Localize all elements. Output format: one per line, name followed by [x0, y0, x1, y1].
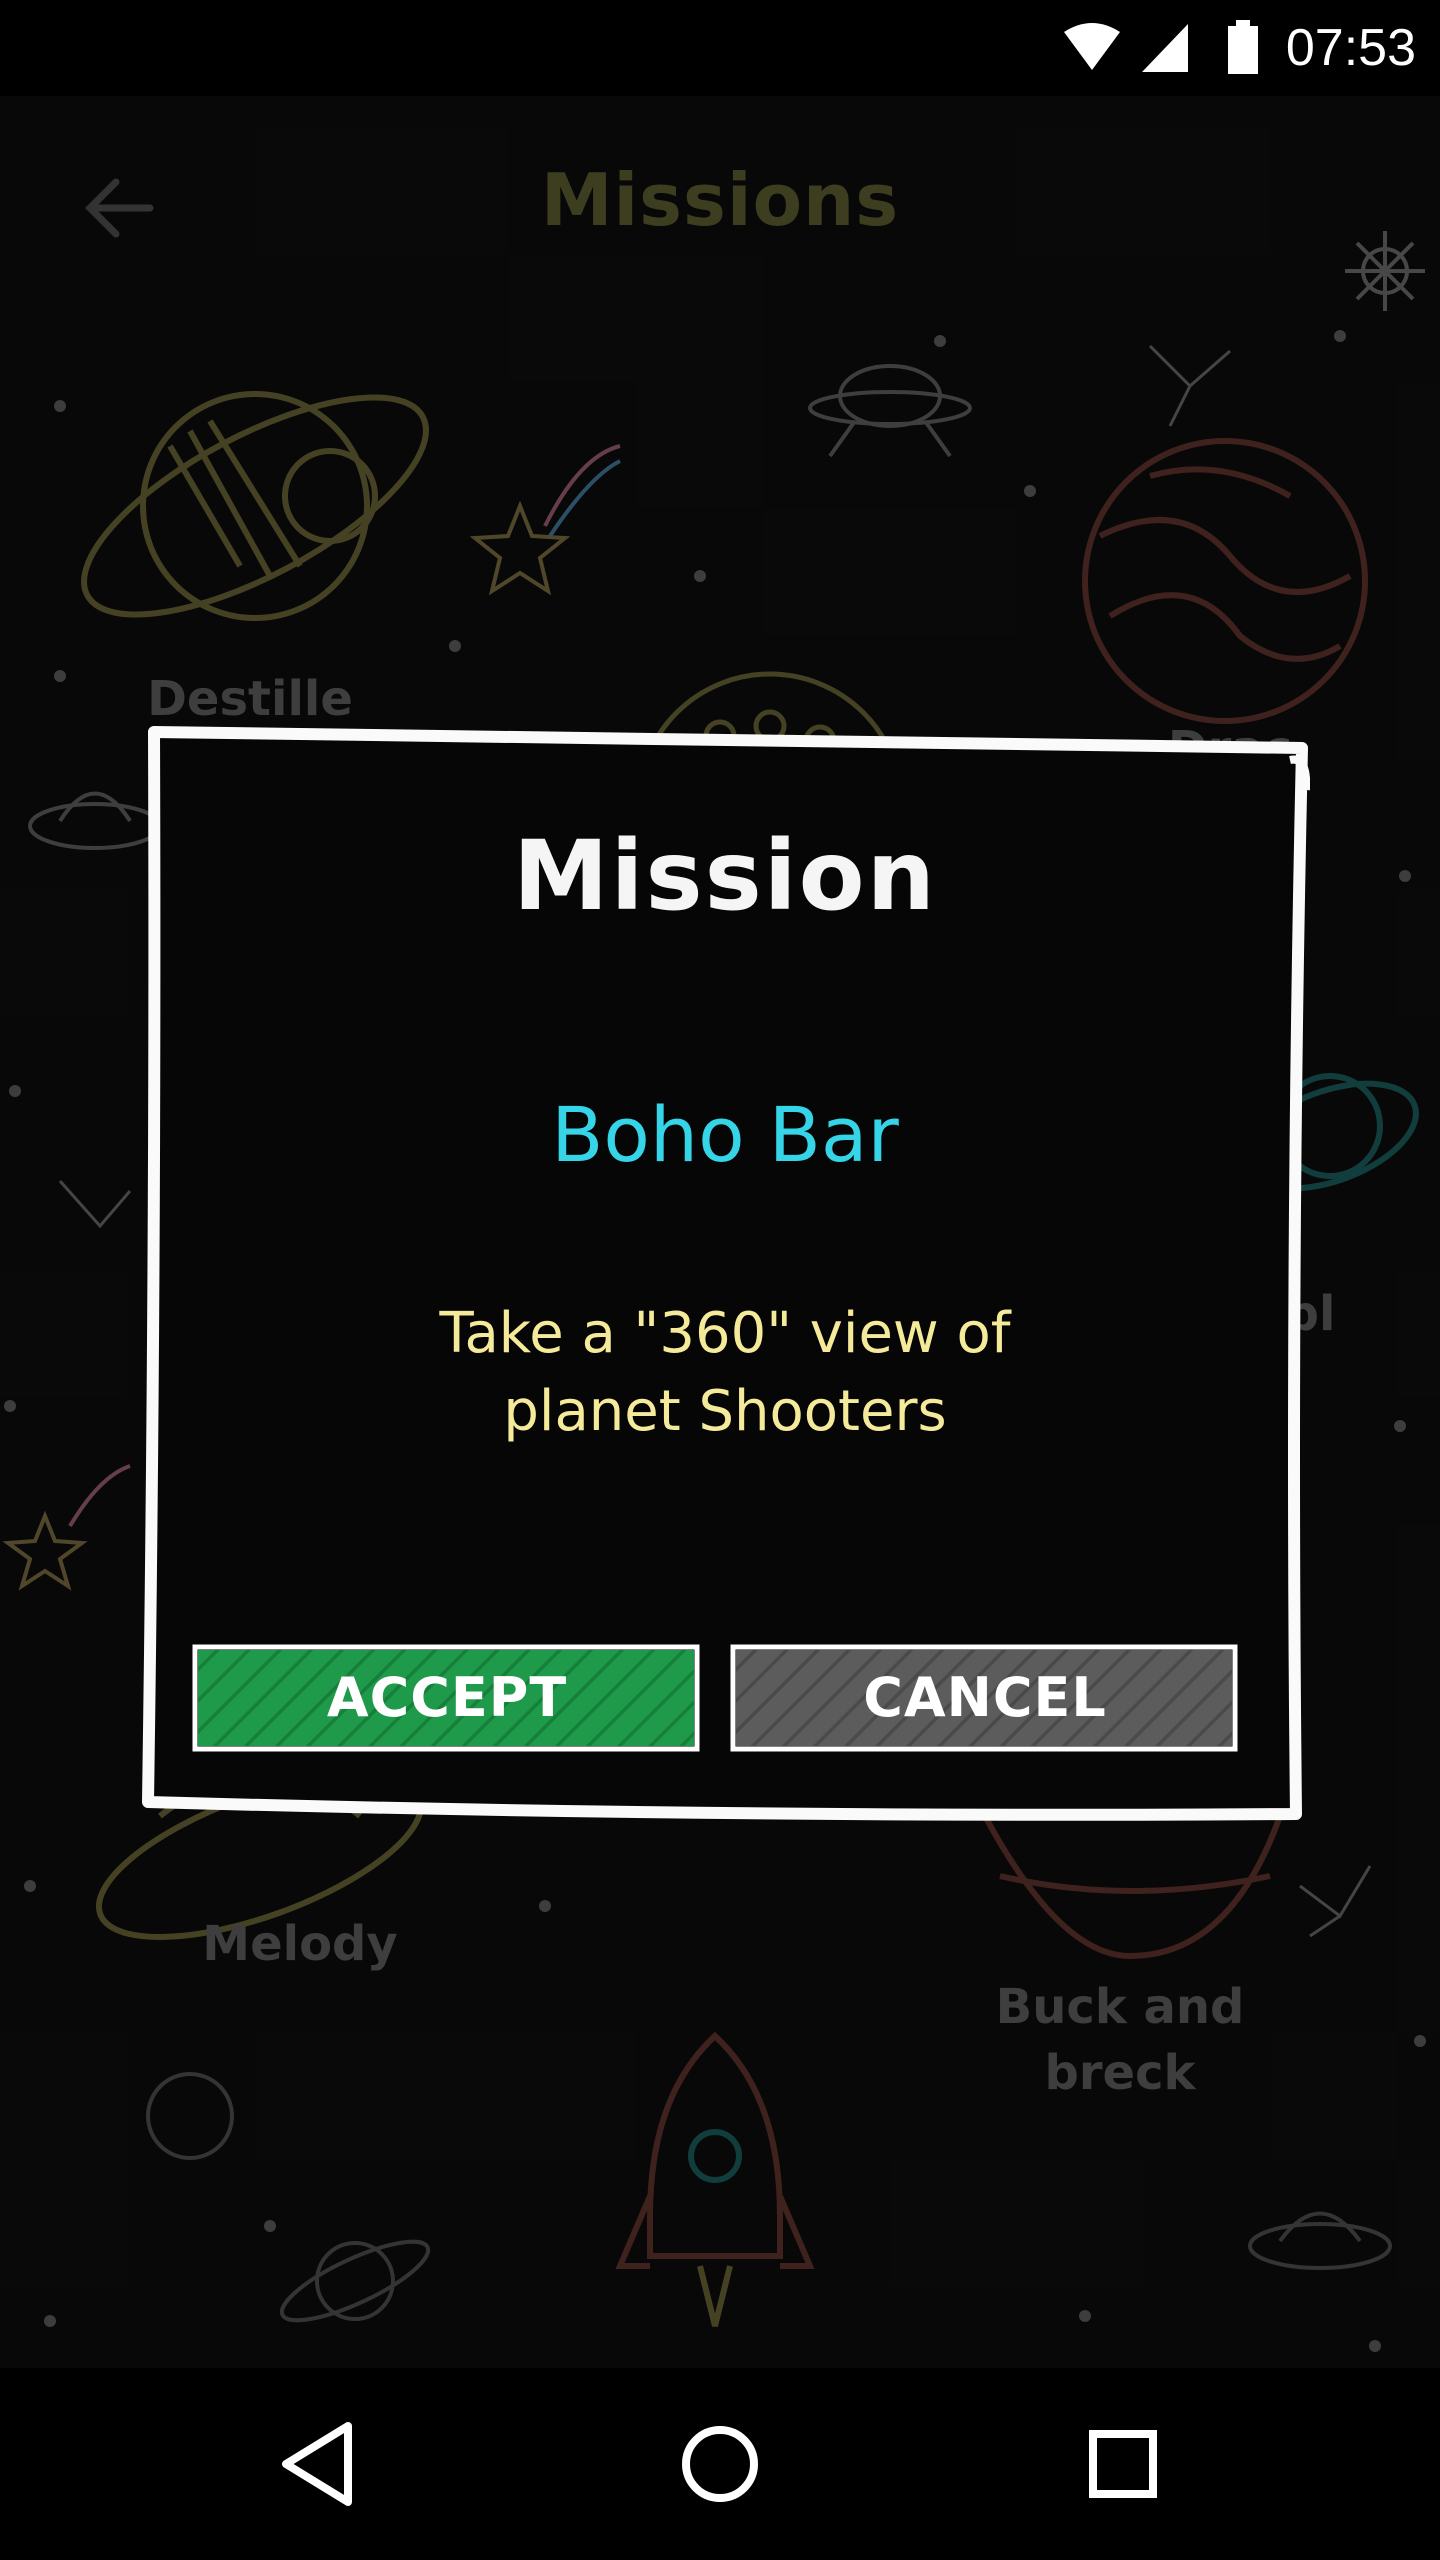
battery-icon	[1228, 20, 1258, 74]
mission-description-line2: planet Shooters	[503, 1379, 947, 1444]
status-time: 07:53	[1285, 19, 1416, 77]
recents-square-icon[interactable]	[1063, 2404, 1183, 2524]
signal-icon	[1142, 24, 1188, 72]
accept-button[interactable]: ACCEPT	[192, 1642, 702, 1754]
mission-name: Boho Bar	[551, 1090, 899, 1179]
home-circle-icon[interactable]	[660, 2404, 780, 2524]
cancel-button[interactable]: CANCEL	[730, 1642, 1240, 1754]
screen: Destille Drac bl Melody Buck and breck M…	[0, 0, 1440, 2560]
back-triangle-icon[interactable]	[260, 2404, 380, 2524]
cancel-button-label: CANCEL	[863, 1666, 1107, 1729]
navigation-bar	[0, 2368, 1440, 2560]
accept-button-label: ACCEPT	[326, 1666, 568, 1729]
mission-dialog: Mission Boho Bar Take a "360" view of pl…	[140, 720, 1310, 1830]
wifi-icon	[1064, 23, 1120, 70]
mission-description-line1: Take a "360" view of	[439, 1301, 1011, 1366]
status-bar: 07:53	[0, 0, 1440, 96]
mission-description: Take a "360" view of planet Shooters	[320, 1295, 1130, 1451]
dialog-title: Mission	[513, 820, 937, 932]
